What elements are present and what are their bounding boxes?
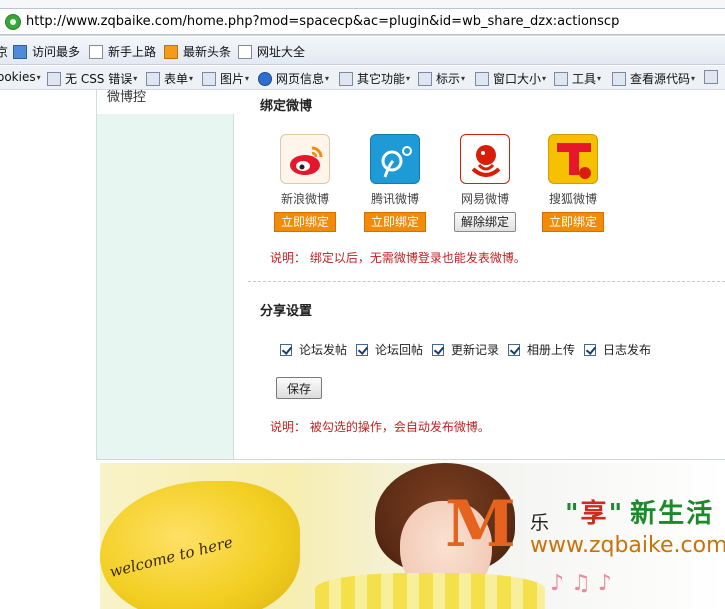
netease-weibo-icon bbox=[460, 134, 510, 184]
banner-url: www.zqbaike.com bbox=[530, 533, 725, 558]
banner-logo-letter: M bbox=[445, 487, 516, 562]
window-icon bbox=[475, 71, 489, 86]
bookmark-item-headlines[interactable]: 最新头条 bbox=[164, 43, 231, 60]
source-icon bbox=[612, 71, 626, 86]
provider-card-sohu: 搜狐微博 立即绑定 bbox=[541, 134, 605, 232]
image-icon bbox=[202, 71, 216, 86]
form-icon bbox=[146, 71, 160, 86]
sohu-weibo-icon bbox=[548, 134, 598, 184]
bind-button-sohu[interactable]: 立即绑定 bbox=[542, 212, 604, 232]
provider-name: 新浪微博 bbox=[280, 192, 329, 206]
share-note: 说明： 被勾选的操作，会自动发布微博。 bbox=[270, 420, 490, 434]
toolbar-outline[interactable]: 标示 ▾ bbox=[418, 70, 465, 87]
bookmark-item-most-visited[interactable]: 访问最多 bbox=[13, 43, 80, 60]
banner-model-shirt bbox=[315, 573, 545, 609]
toolbar-forms[interactable]: 表单 ▾ bbox=[146, 70, 193, 87]
visited-icon bbox=[13, 44, 27, 59]
misc-icon bbox=[339, 71, 353, 86]
toolbar-images[interactable]: 图片 ▾ bbox=[202, 70, 249, 87]
css-icon bbox=[47, 71, 61, 86]
provider-name: 搜狐微博 bbox=[548, 192, 597, 206]
chevron-down-icon: ▾ bbox=[36, 72, 41, 82]
checkbox-checked[interactable] bbox=[508, 343, 520, 356]
bookmark-item-directory[interactable]: 网址大全 bbox=[238, 43, 305, 60]
url-field[interactable]: http://www.zqbaike.com/home.php?mod=spac… bbox=[0, 8, 725, 35]
site-globe-icon bbox=[5, 14, 21, 30]
bookmarks-bar: 京 访问最多 新手上路 最新头条 网址大全 bbox=[0, 37, 725, 65]
bookmark-item-getting-started[interactable]: 新手上路 bbox=[89, 43, 156, 60]
rss-icon bbox=[164, 44, 178, 59]
bind-section-title: 绑定微博 bbox=[260, 99, 313, 114]
bind-button-tencent[interactable]: 立即绑定 bbox=[364, 212, 426, 232]
provider-name: 网易微博 bbox=[460, 192, 509, 206]
option-blog-publish[interactable]: 日志发布 bbox=[584, 341, 651, 358]
bind-button-sina[interactable]: 立即绑定 bbox=[274, 212, 336, 232]
page-icon bbox=[89, 44, 103, 59]
content-bottom-border bbox=[96, 459, 725, 460]
toolbar-misc[interactable]: 其它功能 ▾ bbox=[339, 70, 410, 87]
banner-slogan: "享" 新生活 bbox=[565, 499, 715, 529]
toolbar-tools[interactable]: 工具 ▾ bbox=[554, 70, 601, 87]
toolbar-page-info[interactable]: 网页信息 ▾ bbox=[258, 70, 329, 87]
pen-icon bbox=[418, 71, 432, 86]
toolbar-more[interactable] bbox=[704, 70, 722, 84]
toolbar-cookies[interactable]: ookies ▾ bbox=[0, 70, 41, 84]
address-bar: http://www.zqbaike.com/home.php?mod=spac… bbox=[0, 0, 725, 36]
sina-weibo-icon bbox=[280, 134, 330, 184]
chevron-down-icon: ▾ bbox=[691, 74, 696, 83]
chevron-down-icon: ▾ bbox=[597, 74, 602, 83]
chevron-down-icon: ▾ bbox=[189, 74, 194, 83]
ruler-icon bbox=[704, 70, 718, 84]
provider-name: 腾讯微博 bbox=[370, 192, 419, 206]
sidebar-tab-weibo[interactable]: 微博控 bbox=[97, 90, 234, 114]
option-album-upload[interactable]: 相册上传 bbox=[508, 341, 575, 358]
provider-card-netease: 网易微博 解除绑定 bbox=[453, 134, 517, 232]
save-button[interactable]: 保存 bbox=[276, 377, 322, 399]
url-text[interactable]: http://www.zqbaike.com/home.php?mod=spac… bbox=[26, 14, 619, 29]
chevron-down-icon: ▾ bbox=[406, 74, 411, 83]
checkbox-checked[interactable] bbox=[280, 343, 292, 356]
tools-icon bbox=[554, 71, 568, 86]
chevron-down-icon: ▾ bbox=[133, 74, 138, 83]
toolbar-view-source[interactable]: 查看源代码 ▾ bbox=[612, 70, 695, 87]
checkbox-checked[interactable] bbox=[356, 343, 368, 356]
tencent-weibo-icon bbox=[370, 134, 420, 184]
chevron-down-icon: ▾ bbox=[542, 74, 547, 83]
music-notes-icon: ♪ ♫ ♪ bbox=[550, 571, 612, 596]
chevron-down-icon: ▾ bbox=[325, 74, 330, 83]
chevron-down-icon: ▾ bbox=[461, 74, 466, 83]
option-forum-post[interactable]: 论坛发帖 bbox=[280, 341, 347, 358]
unbind-button-netease[interactable]: 解除绑定 bbox=[454, 212, 516, 232]
checkbox-checked[interactable] bbox=[432, 343, 444, 356]
toolbar-css[interactable]: 无 CSS 错误 ▾ bbox=[47, 70, 137, 87]
option-update-log[interactable]: 更新记录 bbox=[432, 341, 499, 358]
toolbar-resize[interactable]: 窗口大小 ▾ bbox=[475, 70, 546, 87]
banner-logo-le: 乐 bbox=[530, 512, 550, 534]
provider-card-tencent: 腾讯微博 立即绑定 bbox=[363, 134, 427, 232]
option-forum-reply[interactable]: 论坛回帖 bbox=[356, 341, 423, 358]
page-icon bbox=[238, 44, 252, 59]
section-divider bbox=[248, 281, 725, 282]
checkbox-checked[interactable] bbox=[584, 343, 596, 356]
site-banner[interactable]: welcome to here M 乐 "享" 新生活 www.zqbaike.c… bbox=[100, 463, 725, 609]
share-section-title: 分享设置 bbox=[260, 304, 313, 319]
provider-card-sina: 新浪微博 立即绑定 bbox=[273, 134, 337, 232]
sidebar: 微博控 bbox=[96, 90, 234, 460]
chevron-down-icon: ▾ bbox=[245, 74, 250, 83]
bookmark-item[interactable]: 京 bbox=[0, 43, 8, 60]
bind-note: 说明： 绑定以后，无需微博登录也能发表微博。 bbox=[270, 251, 526, 265]
info-icon bbox=[258, 71, 272, 86]
developer-toolbar: ookies ▾ 无 CSS 错误 ▾ 表单 ▾ 图片 ▾ 网页信息 ▾ 其它功能 ▾ 标示… bbox=[0, 66, 725, 90]
